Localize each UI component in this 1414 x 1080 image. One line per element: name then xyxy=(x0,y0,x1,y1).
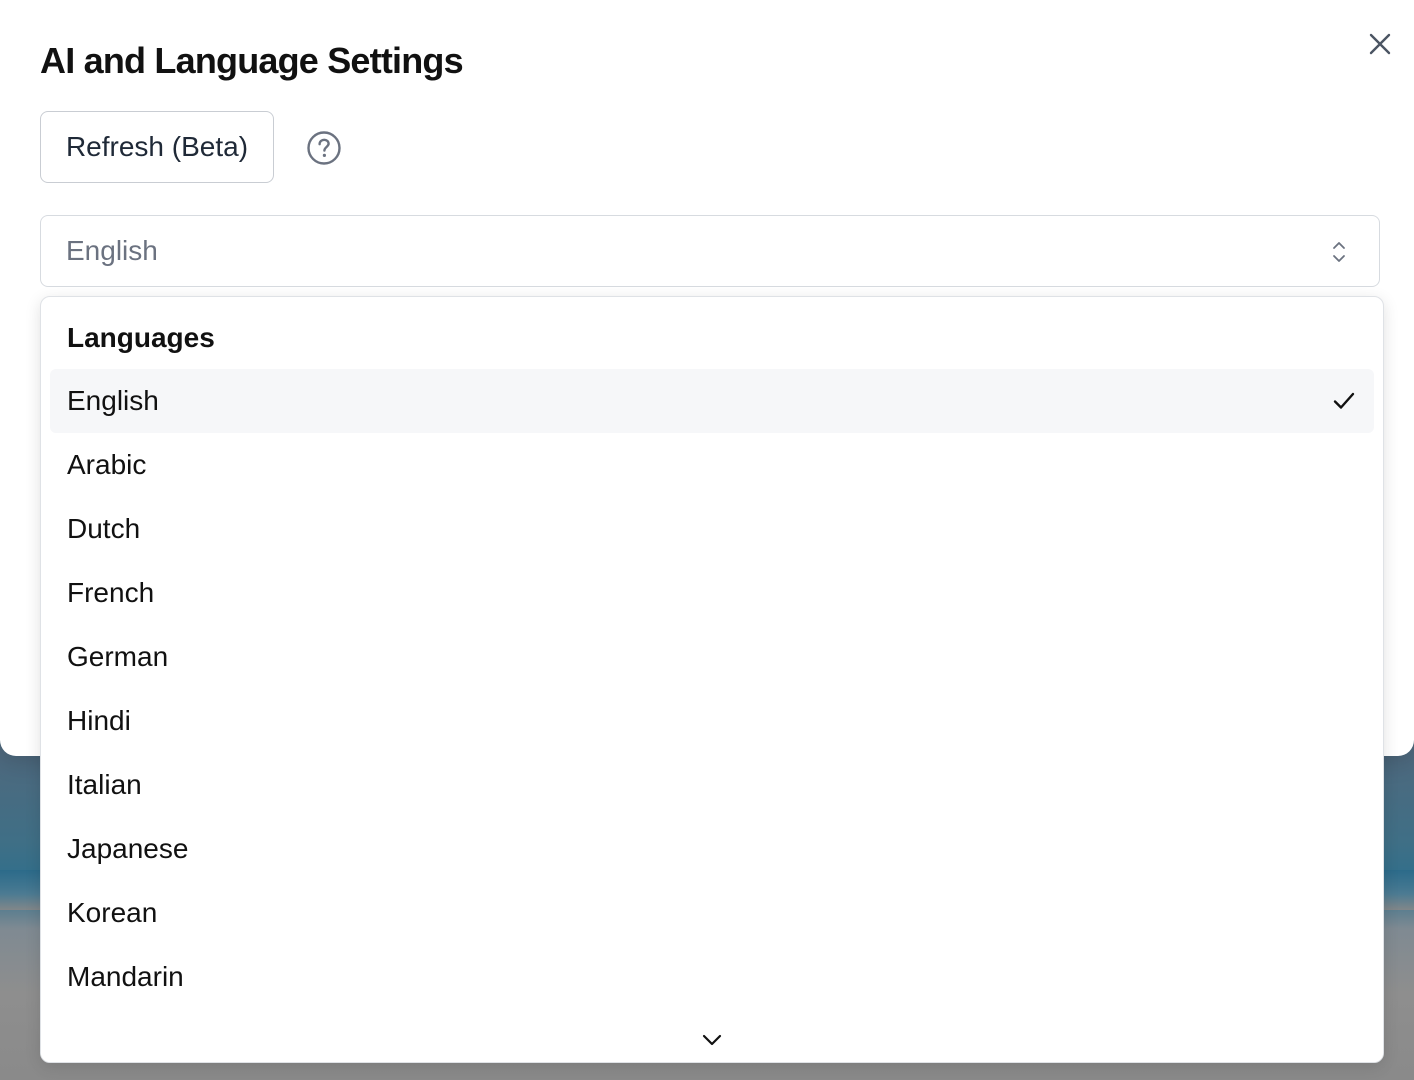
option-label: Korean xyxy=(67,897,158,928)
option-label: Arabic xyxy=(67,449,147,480)
language-option-japanese[interactable]: Japanese xyxy=(50,817,1374,881)
help-circle-icon[interactable] xyxy=(306,130,342,166)
language-option-list: English Arabic Dutch French German Hindi… xyxy=(50,369,1374,1009)
dropdown-header: Languages xyxy=(67,322,215,353)
language-option-english[interactable]: English xyxy=(50,369,1374,433)
option-label: Dutch xyxy=(67,513,141,544)
refresh-beta-button[interactable]: Refresh (Beta) xyxy=(40,111,274,183)
option-label: Italian xyxy=(67,769,142,800)
option-label: Mandarin xyxy=(67,961,184,992)
language-option-italian[interactable]: Italian xyxy=(50,753,1374,817)
checkmark-icon xyxy=(1333,392,1355,409)
language-option-french[interactable]: French xyxy=(50,561,1374,625)
option-label: French xyxy=(67,577,155,608)
language-option-dutch[interactable]: Dutch xyxy=(50,497,1374,561)
language-dropdown: Languages English Arabic Dutch French Ge… xyxy=(40,296,1384,1063)
option-label: German xyxy=(67,641,169,672)
language-option-hindi[interactable]: Hindi xyxy=(50,689,1374,753)
language-select[interactable]: English xyxy=(40,215,1380,287)
scroll-down-button[interactable] xyxy=(41,1018,1383,1062)
modal-title: AI and Language Settings xyxy=(40,40,464,81)
language-option-korean[interactable]: Korean xyxy=(50,881,1374,945)
chevron-down-icon xyxy=(702,1034,722,1046)
option-label: Japanese xyxy=(67,833,189,864)
language-option-german[interactable]: German xyxy=(50,625,1374,689)
language-select-value: English xyxy=(66,235,158,266)
language-option-arabic[interactable]: Arabic xyxy=(50,433,1374,497)
language-option-mandarin[interactable]: Mandarin xyxy=(50,945,1374,1009)
close-icon xyxy=(1369,33,1391,55)
close-button[interactable] xyxy=(1362,26,1398,62)
option-label: Hindi xyxy=(67,705,131,736)
option-label: English xyxy=(67,385,159,416)
chevron-up-down-icon xyxy=(1333,242,1345,262)
